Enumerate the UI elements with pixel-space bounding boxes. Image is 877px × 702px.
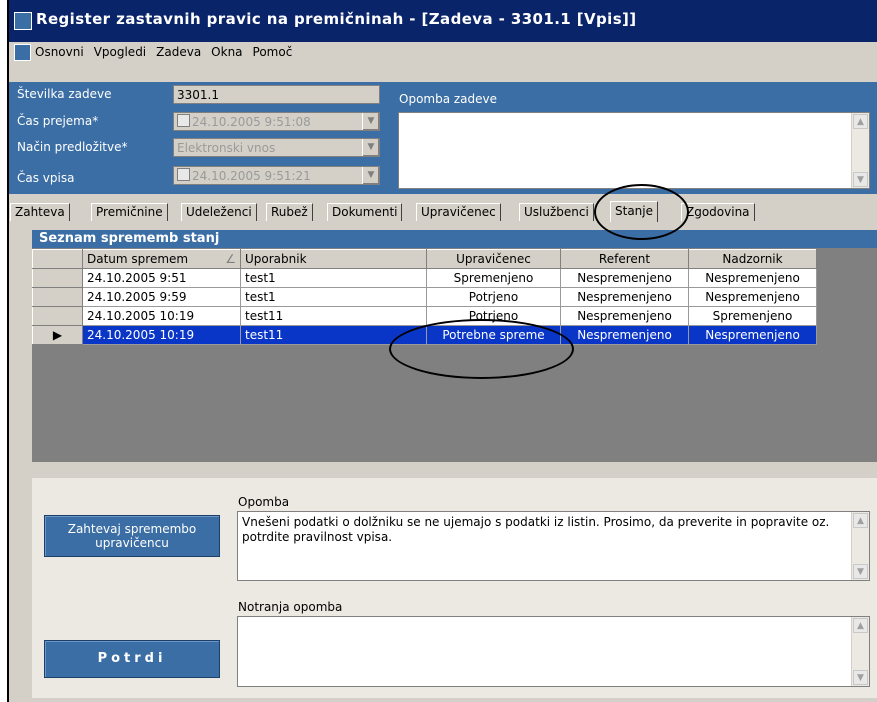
case-header: Številka zadeve 3301.1 Čas prejema* 24.1… xyxy=(9,82,877,194)
menu-bar: Osnovni Vpogledi Zadeva Okna Pomoč xyxy=(9,42,877,62)
tab-strip: Zahteva Premičnine Udeleženci Rubež Doku… xyxy=(9,201,877,222)
current-row-arrow-icon[interactable]: ▶ xyxy=(32,325,83,345)
column-header-supervisor[interactable]: Nadzornik xyxy=(688,249,817,269)
row-header[interactable] xyxy=(32,306,83,326)
cell-supervisor[interactable]: Nespremenjeno xyxy=(688,287,817,307)
cell-user[interactable]: test1 xyxy=(240,268,427,288)
cell-supervisor[interactable]: Nespremenjeno xyxy=(688,268,817,288)
scroll-up-icon[interactable]: ▲ xyxy=(853,114,868,129)
tab-udelezenci[interactable]: Udeleženci xyxy=(181,203,257,221)
scroll-down-icon[interactable]: ▼ xyxy=(853,172,868,187)
column-header-beneficiary[interactable]: Upravičenec xyxy=(426,249,561,269)
document-icon[interactable] xyxy=(14,44,31,61)
scroll-down-icon[interactable]: ▼ xyxy=(853,670,868,685)
received-time-field[interactable]: 24.10.2005 9:51:08 ▼ xyxy=(173,112,380,131)
request-change-button[interactable]: Zahtevaj spremembo upravičencu xyxy=(44,515,220,557)
submission-method-label: Način predložitve* xyxy=(17,140,128,154)
cell-referent[interactable]: Nespremenjeno xyxy=(560,268,689,288)
note-textarea[interactable]: Vnešeni podatki o dolžniku se ne ujemajo… xyxy=(237,511,870,581)
case-note-label: Opomba zadeve xyxy=(399,92,498,106)
cell-referent[interactable]: Nespremenjeno xyxy=(560,325,689,345)
entry-time-field[interactable]: 24.10.2005 9:51:21 ▼ xyxy=(173,166,380,185)
chevron-down-icon[interactable]: ▼ xyxy=(362,113,379,130)
cell-referent[interactable]: Nespremenjeno xyxy=(560,306,689,326)
checkbox-icon xyxy=(177,114,190,127)
menu-zadeva[interactable]: Zadeva xyxy=(156,45,201,59)
sort-icon: ∠ xyxy=(225,252,236,266)
entry-time-label: Čas vpisa xyxy=(17,171,75,185)
internal-note-textarea[interactable]: ▲ ▼ xyxy=(237,616,870,687)
case-note-textarea[interactable]: ▲ ▼ xyxy=(398,112,870,189)
menu-okna[interactable]: Okna xyxy=(211,45,242,59)
bottom-panel: Zahtevaj spremembo upravičencu Opomba Vn… xyxy=(32,478,877,698)
table-row[interactable]: 24.10.2005 10:19 test11 Potrjeno Nesprem… xyxy=(32,306,817,326)
tab-usluzbenci[interactable]: Uslužbenci xyxy=(519,203,594,221)
row-header[interactable] xyxy=(32,268,83,288)
submission-method-value: Elektronski vnos xyxy=(177,141,276,155)
status-list-title: Seznam sprememb stanj xyxy=(32,230,877,248)
column-header-date[interactable]: Datum spremem ∠ xyxy=(82,249,241,269)
tab-dokumenti[interactable]: Dokumenti xyxy=(327,203,403,221)
confirm-button[interactable]: Potrdi xyxy=(44,640,220,678)
cell-supervisor[interactable]: Spremenjeno xyxy=(688,306,817,326)
cell-date[interactable]: 24.10.2005 10:19 xyxy=(82,306,241,326)
tab-zgodovina[interactable]: Zgodovina xyxy=(681,203,755,221)
row-header[interactable] xyxy=(32,287,83,307)
scroll-up-icon[interactable]: ▲ xyxy=(853,618,868,633)
case-number-field[interactable]: 3301.1 xyxy=(173,85,380,104)
title-bar: Register zastavnih pravic na premičninah… xyxy=(9,0,877,42)
menu-vpogledi[interactable]: Vpogledi xyxy=(94,45,146,59)
scroll-down-icon[interactable]: ▼ xyxy=(853,564,868,579)
scroll-up-icon[interactable]: ▲ xyxy=(853,513,868,528)
tab-zahteva[interactable]: Zahteva xyxy=(10,203,70,221)
menu-pomoc[interactable]: Pomoč xyxy=(253,45,293,59)
cell-date[interactable]: 24.10.2005 10:19 xyxy=(82,325,241,345)
window-title: Register zastavnih pravic na premičninah… xyxy=(36,10,637,28)
tab-rubez[interactable]: Rubež xyxy=(266,203,313,221)
received-time-value: 24.10.2005 9:51:08 xyxy=(192,115,311,129)
table-header-row: Datum spremem ∠ Uporabnik Upravičenec Ref… xyxy=(32,249,817,269)
table-row[interactable]: 24.10.2005 9:59 test1 Potrjeno Nespremen… xyxy=(32,287,817,307)
cell-user[interactable]: test11 xyxy=(240,306,427,326)
entry-time-value: 24.10.2005 9:51:21 xyxy=(192,169,311,183)
column-header-referent[interactable]: Referent xyxy=(560,249,689,269)
internal-note-label: Notranja opomba xyxy=(238,600,343,614)
cell-supervisor[interactable]: Nespremenjeno xyxy=(688,325,817,345)
row-header-corner xyxy=(32,249,83,269)
cell-user[interactable]: test1 xyxy=(240,287,427,307)
column-header-user[interactable]: Uporabnik xyxy=(240,249,427,269)
case-number-label: Številka zadeve xyxy=(17,87,112,101)
cell-date[interactable]: 24.10.2005 9:59 xyxy=(82,287,241,307)
cell-beneficiary[interactable]: Potrjeno xyxy=(426,287,561,307)
received-time-label: Čas prejema* xyxy=(17,114,99,128)
cell-beneficiary[interactable]: Spremenjeno xyxy=(426,268,561,288)
application-window: Register zastavnih pravic na premičninah… xyxy=(7,0,877,702)
chevron-down-icon[interactable]: ▼ xyxy=(362,139,379,156)
cell-date[interactable]: 24.10.2005 9:51 xyxy=(82,268,241,288)
cell-referent[interactable]: Nespremenjeno xyxy=(560,287,689,307)
app-icon xyxy=(14,12,32,30)
checkbox-icon xyxy=(177,168,190,181)
chevron-down-icon[interactable]: ▼ xyxy=(362,167,379,184)
note-text: Vnešeni podatki o dolžniku se ne ujemajo… xyxy=(242,515,830,544)
note-scrollbar[interactable]: ▲ ▼ xyxy=(851,512,869,580)
internal-note-scrollbar[interactable]: ▲ ▼ xyxy=(851,617,869,686)
menu-osnovni[interactable]: Osnovni xyxy=(35,45,84,59)
tab-upravicenec[interactable]: Upravičenec xyxy=(416,203,501,221)
highlight-circle-tab xyxy=(594,184,689,240)
table-row[interactable]: 24.10.2005 9:51 test1 Spremenjeno Nespre… xyxy=(32,268,817,288)
submission-method-select[interactable]: Elektronski vnos ▼ xyxy=(173,138,380,157)
highlight-circle-cell xyxy=(389,319,574,379)
tab-premicnine[interactable]: Premičnine xyxy=(91,203,168,221)
case-note-scrollbar[interactable]: ▲ ▼ xyxy=(851,113,869,188)
note-label: Opomba xyxy=(238,495,290,509)
